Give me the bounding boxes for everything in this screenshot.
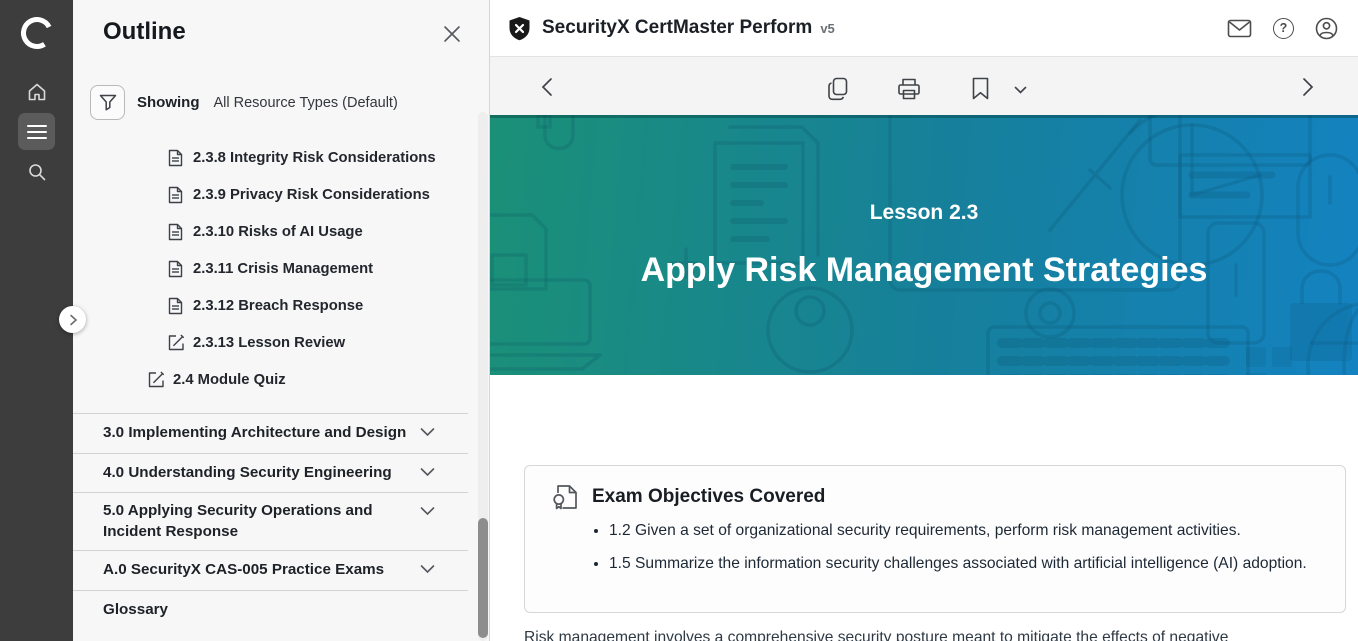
intro-paragraph: Risk management involves a comprehensive… [524,627,1324,641]
outline-item[interactable]: 2.3.10 Risks of AI Usage [73,213,478,250]
chevron-down-icon[interactable] [1014,86,1027,95]
outline-item-label: 2.3.12 Breach Response [193,298,363,314]
home-icon[interactable] [18,73,55,110]
app-header: SecurityX CertMaster Perform v5 ? [490,0,1358,57]
objectives-header: Exam Objectives Covered [552,483,825,511]
section-label: 5.0 Applying Security Operations and Inc… [103,501,408,542]
outline-item[interactable]: 2.4 Module Quiz [73,361,478,398]
filter-row: Showing All Resource Types (Default) [90,85,398,120]
edit-icon [168,334,185,351]
help-glyph: ? [1273,18,1294,39]
tech-pattern [490,115,1358,375]
section-label: 3.0 Implementing Architecture and Design [103,423,406,444]
panel-expand-button[interactable] [59,306,86,333]
document-icon [168,297,185,315]
outline-panel: Outline Showing All Resource Types (Defa… [73,0,490,641]
panel-scrollbar-thumb[interactable] [478,518,488,638]
bookmark-icon[interactable] [972,77,989,100]
outline-item[interactable]: 2.3.8 Integrity Risk Considerations [73,139,478,176]
document-icon [168,186,185,204]
outline-item[interactable]: 2.3.11 Crisis Management [73,250,478,287]
objective-item: 1.2 Given a set of organizational securi… [609,519,1319,543]
filter-label: Showing [137,94,200,111]
main-area: SecurityX CertMaster Perform v5 ? [490,0,1358,641]
print-icon[interactable] [897,77,921,101]
account-icon[interactable] [1315,17,1338,40]
outline-item[interactable]: 2.3.9 Privacy Risk Considerations [73,176,478,213]
filter-icon[interactable] [90,85,125,120]
back-icon[interactable] [540,77,553,97]
product-title: SecurityX CertMaster Perform [542,17,812,39]
search-icon[interactable] [18,153,55,190]
help-icon[interactable]: ? [1273,18,1294,39]
objectives-title: Exam Objectives Covered [592,486,825,508]
section-row[interactable]: 4.0 Understanding Security Engineering [73,453,468,493]
comptia-logo[interactable] [0,10,73,56]
outline-item-label: 2.3.9 Privacy Risk Considerations [193,187,430,203]
outline-item-label: 2.3.10 Risks of AI Usage [193,224,363,240]
objectives-list: 1.2 Given a set of organizational securi… [609,519,1319,584]
section-row-glossary[interactable]: Glossary [73,590,468,630]
outline-item-label: 2.3.13 Lesson Review [193,335,345,351]
section-label: A.0 SecurityX CAS-005 Practice Exams [103,560,384,581]
shield-x-icon [508,16,531,41]
exam-objectives-card: Exam Objectives Covered 1.2 Given a set … [524,465,1346,613]
section-row[interactable]: A.0 SecurityX CAS-005 Practice Exams [73,550,468,590]
forward-icon[interactable] [1302,77,1315,97]
header-icons: ? [1227,17,1338,40]
lesson-banner: Lesson 2.3 Apply Risk Management Strateg… [490,115,1358,375]
outline-item-label: 2.3.11 Crisis Management [193,261,373,277]
section-row[interactable]: 3.0 Implementing Architecture and Design [73,413,468,453]
document-icon [168,149,185,167]
outline-item-label: 2.3.8 Integrity Risk Considerations [193,150,436,166]
objective-item: 1.5 Summarize the information security c… [609,552,1319,576]
section-row[interactable]: 5.0 Applying Security Operations and Inc… [73,492,468,550]
outline-sections: 3.0 Implementing Architecture and Design… [73,413,468,629]
outline-menu-icon[interactable] [18,113,55,150]
page: Outline Showing All Resource Types (Defa… [0,0,1358,641]
lesson-number: Lesson 2.3 [490,201,1358,225]
chevron-down-icon [420,564,435,574]
chevron-down-icon [420,467,435,477]
app-title-group: SecurityX CertMaster Perform v5 [508,16,835,41]
toolbar [490,57,1358,115]
close-icon[interactable] [442,24,462,44]
section-label: Glossary [103,600,168,621]
lesson-title: Apply Risk Management Strategies [490,251,1358,290]
mail-icon[interactable] [1227,19,1252,38]
version-badge: v5 [820,21,834,36]
outline-title: Outline [103,18,186,46]
filter-value[interactable]: All Resource Types (Default) [214,95,398,111]
outline-item[interactable]: 2.3.13 Lesson Review [73,324,478,361]
chevron-down-icon [420,427,435,437]
outline-item[interactable]: 2.3.12 Breach Response [73,287,478,324]
document-icon [168,260,185,278]
chevron-down-icon [420,506,435,516]
outline-item-list: 2.3.8 Integrity Risk Considerations 2.3.… [73,139,478,398]
outline-item-label: 2.4 Module Quiz [173,372,286,388]
edit-icon [148,371,165,388]
copy-icon[interactable] [827,77,849,101]
document-icon [168,223,185,241]
certificate-icon [552,483,579,511]
section-label: 4.0 Understanding Security Engineering [103,463,392,484]
